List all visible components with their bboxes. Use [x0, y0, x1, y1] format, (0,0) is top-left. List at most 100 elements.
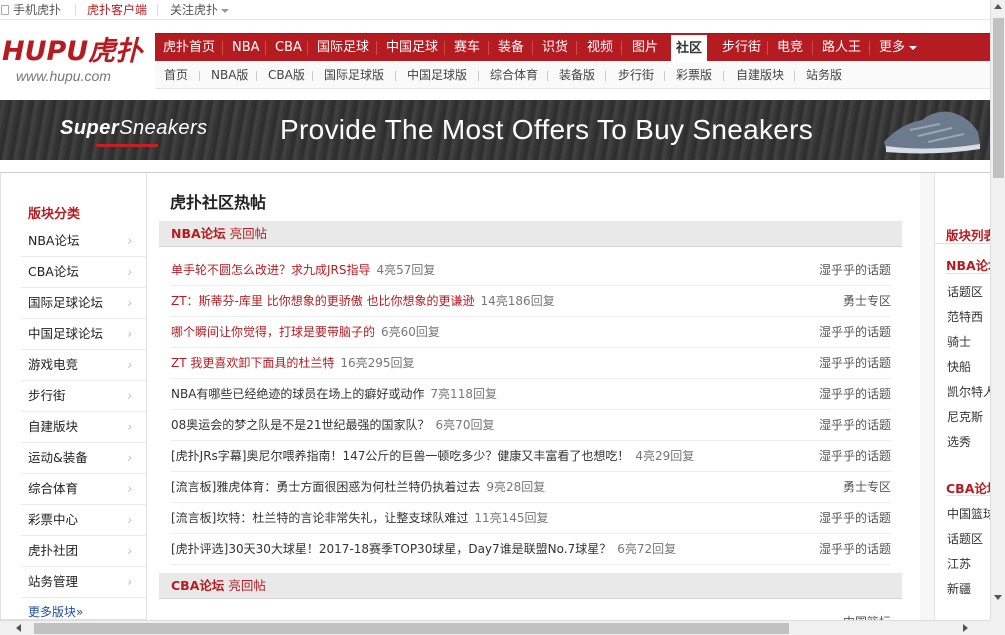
sidebar-item-bxj[interactable]: 步行街 › [21, 381, 146, 412]
scroll-down-icon[interactable] [994, 595, 1002, 600]
post-title-link[interactable]: [虎扑JRs字幕]奥尼尔喂养指南！147公斤的巨兽一顿吃多少？健康又丰富看了也想… [171, 449, 629, 463]
follow-menu[interactable]: 关注虎扑 [170, 0, 230, 20]
nav-esports[interactable]: 电竞 [777, 34, 803, 61]
divider [621, 41, 622, 55]
mobile-link[interactable]: 手机虎扑 [0, 0, 61, 20]
nav-shihuo[interactable]: 识货 [542, 34, 568, 61]
post-board-link[interactable]: 湿乎乎的话题 [819, 503, 891, 533]
post-board-link[interactable]: 湿乎乎的话题 [819, 255, 891, 285]
sidebar-item-cba[interactable]: CBA论坛 › [21, 257, 146, 288]
subnav-nba[interactable]: NBA版 [211, 62, 248, 88]
more-boards-link[interactable]: 更多版块» [28, 603, 83, 620]
post-board-link[interactable]: 湿乎乎的话题 [819, 534, 891, 564]
nav-community[interactable]: 社区 [671, 33, 708, 61]
sidebar-item-general[interactable]: 综合体育 › [21, 474, 146, 505]
nav-nba[interactable]: NBA [232, 34, 260, 61]
post-board-link[interactable]: 湿乎乎的话题 [819, 317, 891, 347]
post-title-link[interactable]: 08奥运会的梦之队是不是21世纪最强的国家队？ [171, 418, 430, 432]
subnav-cn-soccer[interactable]: 中国足球版 [407, 62, 467, 88]
post-title-link[interactable]: NBA有哪些已经绝迹的球员在场上的癖好或动作 [171, 387, 424, 401]
board-link[interactable]: 范特西 [947, 308, 983, 325]
subnav-intl-soccer[interactable]: 国际足球版 [324, 62, 384, 88]
board-link[interactable]: 新疆 [947, 580, 971, 597]
post-board-link[interactable]: 湿乎乎的话题 [819, 410, 891, 440]
board-link[interactable]: 骑士 [947, 333, 971, 350]
divider [576, 41, 577, 55]
nav-intl-soccer[interactable]: 国际足球 [317, 34, 369, 61]
nav-pictures[interactable]: 图片 [632, 34, 658, 61]
hupu-logo[interactable]: HUPU虎扑 www.hupu.com [2, 35, 152, 91]
section-forum-link[interactable]: NBA论坛 [171, 226, 226, 241]
board-link[interactable]: 凯尔特人 [947, 383, 990, 400]
divider [307, 41, 308, 55]
post-board-link[interactable]: 中国篮坛 [843, 607, 891, 620]
subnav-admin[interactable]: 站务版 [806, 62, 842, 88]
scrollbar-thumb[interactable] [34, 623, 789, 634]
post-board-link[interactable]: 湿乎乎的话题 [819, 441, 891, 471]
post-title-link[interactable]: [虎扑评选]30天30大球星！2017-18赛季TOP30球星，Day7谁是联盟… [171, 542, 611, 556]
post-board-link[interactable]: 湿乎乎的话题 [819, 379, 891, 409]
sidebar-item-lottery[interactable]: 彩票中心 › [21, 505, 146, 536]
sidebar-item-admin[interactable]: 站务管理 › [21, 567, 146, 598]
post-board-link[interactable]: 勇士专区 [843, 472, 891, 502]
post-board-link[interactable]: 勇士专区 [843, 286, 891, 316]
sidebar-item-intl-soccer[interactable]: 国际足球论坛 › [21, 288, 146, 319]
sidebar-item-nba[interactable]: NBA论坛 › [21, 226, 146, 257]
logo-text: HUPU虎扑 [2, 36, 143, 67]
nav-cn-soccer[interactable]: 中国足球 [386, 34, 438, 61]
sidebar-item-label: 彩票中心 [28, 512, 79, 527]
brand-rest: Sneakers [119, 117, 208, 139]
nav-video[interactable]: 视频 [587, 34, 613, 61]
sidebar-item-sports-gear[interactable]: 运动&装备 › [21, 443, 146, 474]
post-title-link[interactable]: 单手轮不圆怎么改进？求九成JRS指导 [171, 263, 371, 277]
scroll-right-icon[interactable] [963, 624, 968, 632]
section-forum-link[interactable]: CBA论坛 [171, 578, 224, 593]
post-board-link[interactable]: 湿乎乎的话题 [819, 348, 891, 378]
board-section-nba[interactable]: NBA论坛 [946, 255, 990, 274]
horizontal-scrollbar[interactable] [0, 620, 990, 635]
subnav-bxj[interactable]: 步行街 [618, 62, 654, 88]
vertical-scrollbar[interactable] [990, 0, 1005, 620]
subnav-custom[interactable]: 自建版块 [736, 62, 784, 88]
subnav-general[interactable]: 综合体育 [490, 62, 538, 88]
scrollbar-thumb[interactable] [993, 18, 1004, 178]
divider [664, 71, 665, 81]
sidebar-item-esports[interactable]: 游戏电竞 › [21, 350, 146, 381]
board-link[interactable]: 快船 [947, 358, 971, 375]
list-item: NBA有哪些已经绝迹的球员在场上的癖好或动作 7亮118回复 湿乎乎的话题 [171, 379, 891, 410]
board-link[interactable]: 话题区 [947, 530, 983, 547]
scroll-up-icon[interactable] [994, 4, 1002, 9]
client-link[interactable]: 虎扑客户端 [87, 0, 147, 20]
list-item: [流言板]坎特：杜兰特的言论非常失礼，让整支球队难过 11亮145回复 湿乎乎的话题 [171, 503, 891, 534]
board-link[interactable]: 江苏 [947, 555, 971, 572]
board-link[interactable]: 中国篮球 [947, 505, 990, 522]
subnav-lottery[interactable]: 彩票版 [676, 62, 712, 88]
subnav-gear[interactable]: 装备版 [559, 62, 595, 88]
sidebar-item-clubs[interactable]: 虎扑社团 › [21, 536, 146, 567]
post-title-link[interactable]: [流言板]坎特：杜兰特的言论非常失礼，让整支球队难过 [171, 511, 468, 525]
board-link[interactable]: 话题区 [947, 283, 983, 300]
post-title-link[interactable]: [流言板]雅虎体育：勇士方面很困惑为何杜兰特仍执着过去 [171, 480, 480, 494]
nav-bxj[interactable]: 步行街 [722, 34, 761, 61]
scroll-left-icon[interactable] [16, 624, 21, 632]
nav-home[interactable]: 虎扑首页 [163, 34, 215, 61]
nav-luren[interactable]: 路人王 [822, 34, 861, 61]
nav-gear[interactable]: 装备 [498, 34, 524, 61]
sidebar-item-label: 中国足球论坛 [28, 326, 104, 341]
sneakers-banner[interactable]: SuperSneakers Provide The Most Offers To… [0, 100, 990, 160]
subnav-home[interactable]: 首页 [164, 62, 188, 88]
nav-racing[interactable]: 赛车 [454, 34, 480, 61]
board-link[interactable]: 尼克斯 [947, 408, 983, 425]
divider [265, 41, 266, 55]
nav-more[interactable]: 更多 [879, 34, 918, 61]
divider [478, 71, 479, 81]
subnav-cba[interactable]: CBA版 [268, 62, 305, 88]
board-list-sidebar: 版块列表 NBA论坛 话题区 范特西 骑士 快船 凯尔特人 尼克斯 选秀 CBA… [920, 172, 990, 620]
post-title-link[interactable]: ZT：斯蒂芬-库里 比你想象的更骄傲 也比你想象的更谦逊 [171, 294, 475, 308]
post-title-link[interactable]: ZT 我更喜欢卸下面具的杜兰特 [171, 356, 334, 370]
board-link[interactable]: 选秀 [947, 433, 971, 450]
sidebar-item-custom[interactable]: 自建版块 › [21, 412, 146, 443]
post-title-link[interactable]: 哪个瞬间让你觉得，打球是要带脑子的 [171, 325, 375, 339]
nav-cba[interactable]: CBA [275, 34, 302, 61]
sidebar-item-cn-soccer[interactable]: 中国足球论坛 › [21, 319, 146, 350]
